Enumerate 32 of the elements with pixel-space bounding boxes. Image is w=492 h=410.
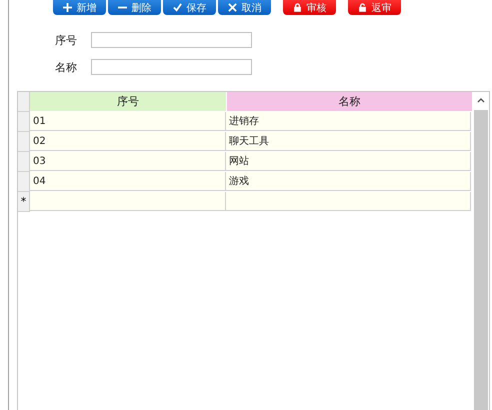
toolbar-button[interactable]: 审核 (283, 0, 336, 15)
column-header[interactable]: 序号 (30, 92, 227, 111)
new-row-marker: * (18, 192, 30, 212)
table-cell[interactable] (30, 192, 226, 211)
table-cell: 网站 (226, 152, 471, 171)
table-cell: 聊天工具 (226, 132, 471, 151)
toolbar-button[interactable]: 保存 (163, 0, 216, 15)
toolbar-button[interactable]: 新增 (53, 0, 106, 15)
input-field[interactable] (91, 59, 252, 75)
unlock-icon (358, 3, 366, 12)
row-header[interactable] (18, 132, 30, 152)
field-label: 名称 (55, 60, 78, 74)
row-header[interactable] (18, 112, 30, 132)
table-cell: 03 (30, 152, 226, 171)
table-cell: 游戏 (226, 172, 471, 191)
toolbar-button[interactable]: 返审 (348, 0, 401, 15)
table-cell: 02 (30, 132, 226, 151)
table-cell: 进销存 (226, 112, 471, 131)
field-label: 序号 (55, 32, 78, 48)
table-cell: 01 (30, 112, 226, 131)
toolbar-button[interactable]: 取消 (218, 0, 271, 15)
table-cell[interactable] (226, 192, 471, 211)
plus-icon (62, 3, 72, 12)
column-header[interactable]: 名称 (227, 92, 473, 111)
row-header[interactable] (18, 172, 30, 192)
input-field[interactable] (91, 32, 252, 48)
close-icon (228, 3, 236, 12)
row-header[interactable] (18, 152, 30, 172)
table-cell: 04 (30, 172, 226, 191)
toolbar-button[interactable]: 删除 (108, 0, 161, 15)
check-icon (172, 3, 182, 12)
lock-icon (292, 3, 302, 12)
